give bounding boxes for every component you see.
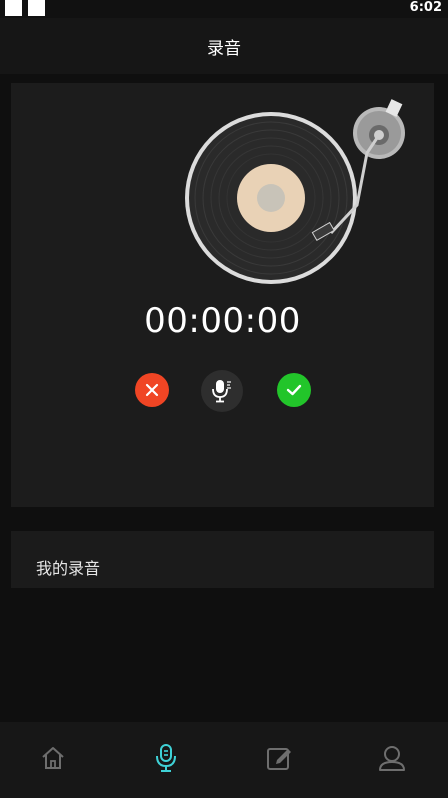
my-recordings-label: 我的录音 xyxy=(36,559,101,578)
record-button[interactable] xyxy=(201,370,243,412)
user-icon xyxy=(379,746,405,771)
status-indicator-icon xyxy=(28,0,45,16)
vinyl-record-illustration xyxy=(181,93,421,293)
recording-timer: 00:00:00 xyxy=(144,301,301,341)
status-time: 6:02 xyxy=(409,0,442,15)
status-bar: 6:02 xyxy=(0,0,448,18)
tab-profile[interactable] xyxy=(372,738,412,778)
tab-home[interactable] xyxy=(33,738,73,778)
bottom-tab-bar xyxy=(0,722,448,798)
edit-icon xyxy=(267,748,291,770)
home-icon xyxy=(42,747,64,769)
cancel-recording-button[interactable] xyxy=(135,373,169,407)
tab-record[interactable] xyxy=(146,738,186,778)
close-icon xyxy=(145,383,159,397)
microphone-icon xyxy=(212,380,231,403)
status-indicator-icon xyxy=(5,0,22,16)
title-bar: 录音 xyxy=(0,18,448,74)
my-recordings-section[interactable]: 我的录音 xyxy=(11,531,434,588)
check-icon xyxy=(286,384,302,396)
microphone-icon xyxy=(156,744,176,772)
tab-edit[interactable] xyxy=(259,738,299,778)
page-title: 录音 xyxy=(207,39,241,59)
confirm-recording-button[interactable] xyxy=(277,373,311,407)
recorder-card: 00:00:00 xyxy=(11,83,434,507)
